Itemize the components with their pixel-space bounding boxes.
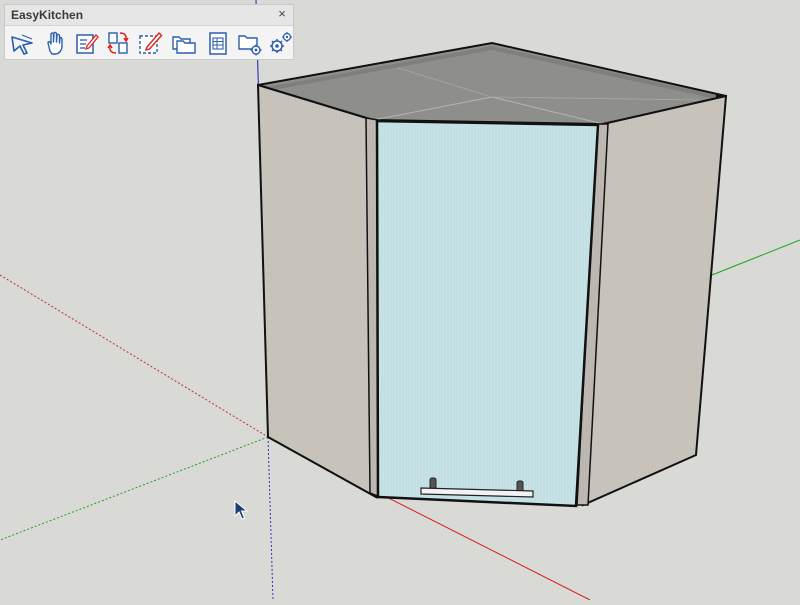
toolbar-titlebar[interactable]: EasyKitchen ×	[5, 5, 293, 26]
swap-doors-icon[interactable]	[104, 29, 132, 57]
scene-canvas[interactable]	[0, 0, 800, 601]
folders-icon[interactable]	[170, 29, 198, 57]
easykitchen-toolbar: EasyKitchen ×	[4, 4, 294, 60]
blue-axis-dotted	[267, 436, 274, 601]
cabinet-glass-door	[375, 119, 600, 508]
toolbar-title: EasyKitchen	[11, 8, 84, 22]
settings-gear-icon[interactable]	[266, 29, 294, 57]
modeling-viewport[interactable]: EasyKitchen ×	[0, 0, 800, 601]
edit-dashed-icon[interactable]	[136, 29, 164, 57]
table-sheet-icon[interactable]	[204, 29, 232, 57]
edit-document-icon[interactable]	[72, 29, 100, 57]
select-tool-icon[interactable]	[8, 29, 36, 57]
hand-tool-icon[interactable]	[40, 29, 68, 57]
cabinet-left-side	[256, 83, 378, 499]
folder-settings-icon[interactable]	[236, 29, 264, 57]
green-axis-dotted	[0, 436, 269, 541]
mouse-cursor-icon	[234, 499, 250, 522]
green-axis-solid	[711, 239, 800, 276]
close-icon[interactable]: ×	[275, 6, 289, 22]
red-axis-dotted	[0, 274, 269, 438]
